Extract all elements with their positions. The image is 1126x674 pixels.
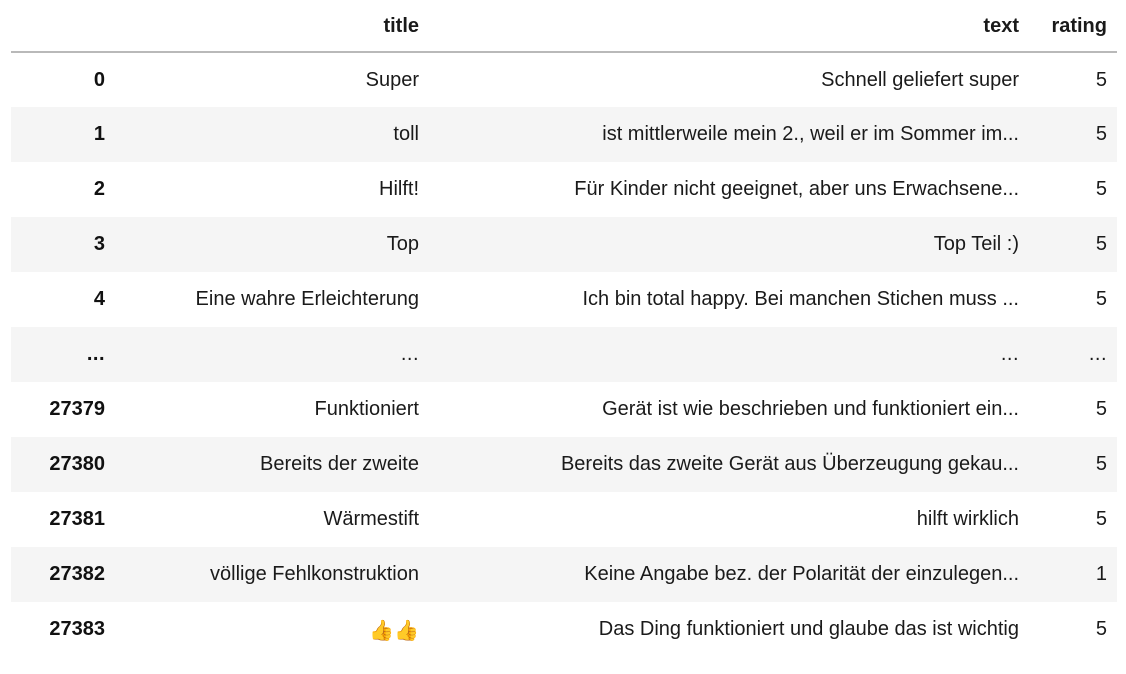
table-row: 4 Eine wahre Erleichterung Ich bin total h… [11,272,1117,327]
cell-text: Für Kinder nicht geeignet, aber uns Erwa… [574,178,1019,200]
cell-rating: 5 [1095,123,1107,145]
cell-text: Gerät ist wie beschrieben und funktionie… [602,398,1019,420]
row-index-cell: 27383 [49,618,105,640]
row-index-cell: ... [86,343,105,365]
cell-title: Funktioniert [314,398,420,420]
table-row: 27380 Bereits der zweite Bereits das zweit… [11,437,1117,492]
row-index-cell: 1 [93,123,105,145]
cell-title: Super [365,68,419,91]
cell-text: Top Teil :) [933,233,1019,255]
row-index-cell: 27382 [49,563,105,585]
table-row: 27379 Funktioniert Gerät ist wie beschrieb… [11,382,1117,437]
table-row: ............ [11,327,1117,382]
table-row: 0 Super Schnell geliefert super 5 [11,52,1117,107]
cell-rating: 5 [1095,178,1107,200]
row-index-cell: 27380 [49,453,105,475]
table-row: 3 Top Top Teil :) 5 [11,217,1117,272]
header-row: title text rating [11,0,1117,53]
row-index-cell: 27381 [49,508,105,530]
table-row: 27383 👍👍 Das Ding funktioniert und glaube … [11,602,1117,657]
column-header-index [11,0,115,53]
dataframe-container: title text rating 0 Super Schnell geliefer… [0,0,1126,657]
row-index-cell: 2 [93,178,105,200]
cell-text: Ich bin total happy. Bei manchen Stichen… [582,288,1019,310]
dataframe-table: title text rating 0 Super Schnell geliefer… [11,0,1117,657]
cell-text: hilft wirklich [916,508,1019,530]
cell-rating: 5 [1095,288,1107,310]
cell-rating: 5 [1095,68,1107,91]
cell-rating: 5 [1095,508,1107,530]
cell-rating: ... [1088,343,1107,365]
cell-text: ist mittlerweile mein 2., weil er im Som… [602,123,1019,145]
cell-rating: 5 [1095,233,1107,255]
cell-rating: 5 [1095,398,1107,420]
cell-rating: 5 [1095,453,1107,475]
row-index-cell: 3 [93,233,105,255]
column-header-rating: rating [1029,0,1117,53]
cell-title: toll [393,123,419,145]
column-header-title: title [115,0,429,53]
cell-title: Bereits der zweite [260,453,419,475]
cell-title: 👍👍 [369,617,419,642]
cell-title: Eine wahre Erleichterung [195,288,419,310]
cell-text: Keine Angabe bez. der Polarität der einz… [584,563,1019,585]
cell-title: völlige Fehlkonstruktion [210,563,419,585]
column-header-text: text [429,0,1029,53]
row-index-cell: 4 [93,288,105,310]
cell-text: Das Ding funktioniert und glaube das ist… [598,618,1019,640]
cell-title: ... [400,343,419,365]
row-index-cell: 27379 [49,398,105,420]
row-index-cell: 0 [93,68,105,91]
table-row: 27381 Wärmestift hilft wirklich 5 [11,492,1117,547]
cell-title: Wärmestift [323,508,419,530]
table-row: 27382 völlige Fehlkonstruktion Keine Angab… [11,547,1117,602]
cell-title: Hilft! [379,178,419,200]
cell-text: Schnell geliefert super [821,68,1019,91]
table-row: 2 Hilft! Für Kinder nicht geeignet, aber u… [11,162,1117,217]
cell-text: Bereits das zweite Gerät aus Überzeugung… [560,453,1019,475]
cell-rating: 5 [1095,618,1107,640]
cell-title: Top [386,233,419,255]
cell-rating: 1 [1095,563,1107,585]
table-row: 1 toll ist mittlerweile mein 2., weil er i… [11,107,1117,162]
table-body: 0 Super Schnell geliefert super 5 1 toll ist m… [11,52,1117,657]
cell-text: ... [1000,343,1019,365]
table-header: title text rating [11,0,1117,53]
